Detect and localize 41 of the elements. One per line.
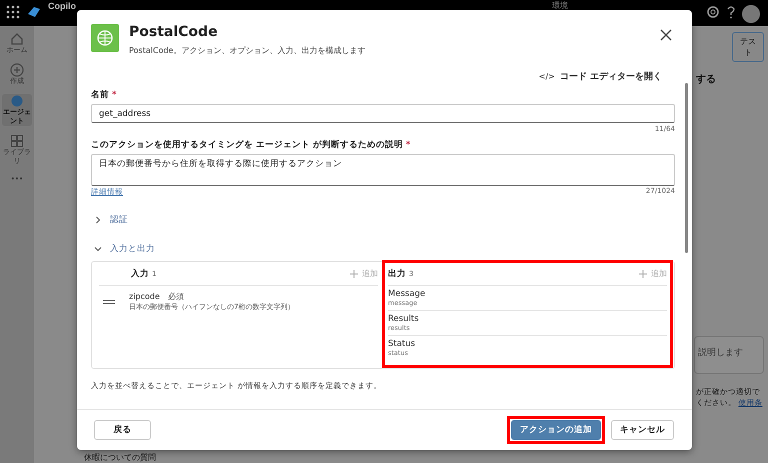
plus-circle-icon (10, 63, 24, 78)
dialog-subtitle: PostalCode。アクション、オプション、入力、出力を構成します (129, 45, 366, 56)
description-field[interactable]: 日本の郵便番号から住所を取得する際に使用するアクション (91, 154, 675, 186)
output-name: Status (388, 339, 416, 349)
logo-icon (26, 5, 42, 19)
plus-icon (350, 270, 358, 278)
grid-icon (10, 134, 24, 148)
chevron-icon (94, 245, 102, 253)
dialog-title: PostalCode (129, 24, 219, 40)
list-item-text: 休暇についての質問 (84, 453, 156, 463)
back-button[interactable]: 戻る (94, 420, 151, 440)
add-button[interactable]: 追加 (639, 268, 667, 279)
field-label: 名前 * (91, 89, 118, 101)
app-name: Copilo (48, 1, 76, 11)
output-name: Message (388, 289, 426, 299)
input-name: zipcode 必須 (129, 291, 185, 302)
close-icon[interactable] (660, 29, 672, 41)
section-toggle[interactable]: 入力と出力 (91, 243, 677, 255)
add-action-button[interactable]: アクションの追加 (511, 420, 601, 440)
test-button[interactable]: テスト (732, 32, 764, 62)
panel-title: する (696, 73, 716, 86)
code-editor-link[interactable]: </> コード エディターを開く (538, 70, 662, 83)
home-icon (10, 32, 24, 46)
help-icon[interactable] (726, 5, 736, 19)
avatar[interactable] (742, 5, 760, 23)
field-label: このアクションを使用するタイミングを エージェント が判断するための説明 * (91, 139, 412, 151)
name-field[interactable]: get_address (91, 104, 675, 123)
agent-icon (10, 94, 24, 108)
output-name: Results (388, 314, 420, 324)
section-toggle[interactable]: 認証 (91, 214, 677, 226)
settings-icon[interactable] (706, 5, 720, 19)
plus-icon (639, 270, 647, 278)
cancel-button[interactable]: キャンセル (611, 420, 674, 440)
scrollbar[interactable] (685, 83, 688, 253)
app-launcher-icon[interactable] (6, 5, 20, 19)
chevron-icon (94, 216, 102, 224)
globe-icon (91, 24, 119, 52)
environment-label: 環境 (552, 0, 568, 11)
add-button[interactable]: 追加 (350, 268, 378, 279)
drag-handle-icon[interactable] (103, 298, 115, 304)
chat-input[interactable]: 説明します (694, 336, 764, 374)
